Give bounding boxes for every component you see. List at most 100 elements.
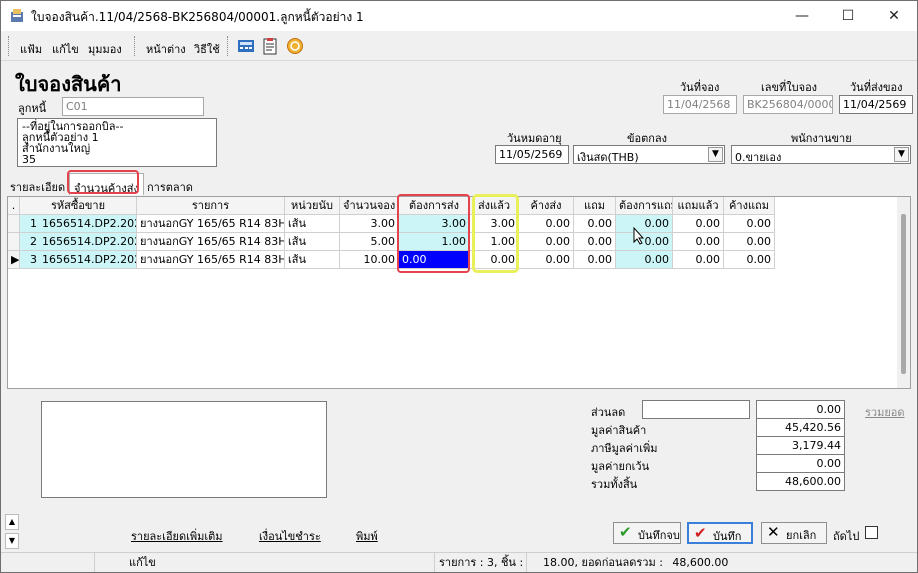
unit[interactable]: เส้น xyxy=(285,251,340,269)
save-label: บันทึก xyxy=(713,530,742,543)
checkmark-icon: ✔ xyxy=(694,524,707,542)
free-pending-qty[interactable]: 0.00 xyxy=(724,251,775,269)
menu-file[interactable]: แฟ้ม xyxy=(20,40,42,58)
clipboard-icon[interactable] xyxy=(261,37,279,55)
booking-window: ใบจองสินค้า.11/04/2568-BK256804/00001.ลู… xyxy=(0,0,918,573)
payment-terms-link[interactable]: เงื่อนไขชำระ xyxy=(259,527,321,545)
booking-date-field[interactable]: 11/04/2568 xyxy=(663,95,737,114)
scrollbar-thumb[interactable] xyxy=(901,214,906,374)
row-marker xyxy=(8,233,20,251)
row-marker: ▶ xyxy=(8,251,20,269)
item-code: 1656514.DP2.2022 xyxy=(42,253,136,266)
address-box[interactable]: --ที่อยู่ในการออกบิล-- ลูกหนี้ตัวอย่าง 1… xyxy=(17,118,217,167)
item-description[interactable]: ยางนอกGY 165/65 R14 83H AS xyxy=(137,215,285,233)
salesperson-select[interactable]: 0.ขายเอง ▼ xyxy=(731,145,911,164)
booked-qty[interactable]: 10.00 xyxy=(340,251,399,269)
tab-details[interactable]: รายละเอียด xyxy=(6,173,69,195)
next-checkbox[interactable] xyxy=(865,526,878,539)
address-line: 35 xyxy=(22,153,36,166)
pending-qty[interactable]: 0.00 xyxy=(519,233,574,251)
menu-window[interactable]: หน้าต่าง xyxy=(146,40,186,58)
terms-select[interactable]: เงินสด(THB) ▼ xyxy=(573,145,725,164)
delivery-date-field[interactable]: 11/04/2569 xyxy=(839,95,913,114)
cancel-label: ยกเลิก xyxy=(786,529,817,542)
save-button[interactable]: ✔ บันทึก xyxy=(687,522,753,544)
status-bar: แก้ไข รายการ : 3, ชิ้น : 18.00, ยอดก่อนล… xyxy=(1,552,917,572)
grid-header-free-pending[interactable]: ค้างแถม xyxy=(724,197,775,215)
chevron-down-icon[interactable]: ▼ xyxy=(708,147,723,162)
free-sent-qty[interactable]: 0.00 xyxy=(673,215,724,233)
print-link[interactable]: พิมพ์ xyxy=(356,527,378,545)
next-label: ถัดไป xyxy=(833,530,860,543)
free-sent-qty[interactable]: 0.00 xyxy=(673,233,724,251)
pending-qty[interactable]: 0.00 xyxy=(519,251,574,269)
free-pending-qty[interactable]: 0.00 xyxy=(724,215,775,233)
item-code-cell[interactable]: 1 1656514.DP2.2020 xyxy=(20,215,137,233)
free-qty[interactable]: 0.00 xyxy=(574,233,616,251)
menu-grip xyxy=(134,36,137,56)
status-mode: แก้ไข xyxy=(94,553,434,572)
row-number: 3 xyxy=(30,253,37,266)
close-button[interactable]: ✕ xyxy=(871,1,917,31)
minimize-button[interactable]: — xyxy=(779,1,825,31)
item-code-cell[interactable]: 3 1656514.DP2.2022 xyxy=(20,251,137,269)
grid-header-free[interactable]: แถม xyxy=(574,197,616,215)
debtor-code-field[interactable]: C01 xyxy=(62,97,204,116)
debtor-label: ลูกหนี้ xyxy=(18,102,47,115)
menu-help[interactable]: วิธีใช้ xyxy=(194,40,220,58)
menu-view[interactable]: มุมมอง xyxy=(88,40,122,58)
app-icon xyxy=(9,8,25,24)
row-number: 2 xyxy=(30,235,37,248)
unit[interactable]: เส้น xyxy=(285,215,340,233)
grid-header-code[interactable]: รหัสซื้อขาย xyxy=(20,197,137,215)
grid-header-item[interactable]: รายการ xyxy=(137,197,285,215)
grid-header-want-free[interactable]: ต้องการแถม xyxy=(616,197,673,215)
status-mode-text: แก้ไข xyxy=(129,556,156,569)
save-close-label: บันทึกจบ xyxy=(638,529,680,542)
scroll-up-icon[interactable]: ▲ xyxy=(5,514,19,530)
scroll-down-icon[interactable]: ▼ xyxy=(5,533,19,549)
free-qty[interactable]: 0.00 xyxy=(574,251,616,269)
grid-header-marker[interactable]: . xyxy=(8,197,20,215)
tab-marketing[interactable]: การตลาด xyxy=(143,173,197,195)
want-free-qty[interactable]: 0.00 xyxy=(616,251,673,269)
sum-total-link[interactable]: รวมยอด xyxy=(865,403,905,421)
delivery-date-label: วันที่ส่งของ xyxy=(850,81,903,94)
booked-qty[interactable]: 3.00 xyxy=(340,215,399,233)
grid-header-free-sent[interactable]: แถมแล้ว xyxy=(673,197,724,215)
free-pending-qty[interactable]: 0.00 xyxy=(724,233,775,251)
calculator-icon[interactable] xyxy=(237,37,255,55)
toolbar-grip xyxy=(227,36,230,56)
expiry-date-field[interactable]: 11/05/2569 xyxy=(495,145,569,164)
coin-icon[interactable] xyxy=(286,37,304,55)
status-summary: รายการ : 3, ชิ้น : xyxy=(434,553,526,572)
chevron-down-icon[interactable]: ▼ xyxy=(894,147,909,162)
close-icon: ✕ xyxy=(767,523,780,541)
pending-qty[interactable]: 0.00 xyxy=(519,215,574,233)
free-qty[interactable]: 0.00 xyxy=(574,215,616,233)
item-code-cell[interactable]: 2 1656514.DP2.2021 xyxy=(20,233,137,251)
tab-highlight xyxy=(67,170,139,194)
sent-column-highlight xyxy=(472,194,519,273)
grand-total-label: รวมทั้งสิ้น xyxy=(591,478,638,491)
booked-qty[interactable]: 5.00 xyxy=(340,233,399,251)
save-close-button[interactable]: ✔ บันทึกจบ xyxy=(613,522,681,544)
booking-no-field[interactable]: BK256804/00001 xyxy=(743,95,833,114)
grid-header-booked[interactable]: จำนวนจอง xyxy=(340,197,399,215)
free-sent-qty[interactable]: 0.00 xyxy=(673,251,724,269)
discount-percent-field[interactable] xyxy=(642,400,750,419)
item-description[interactable]: ยางนอกGY 165/65 R14 83H AS xyxy=(137,233,285,251)
remarks-box[interactable] xyxy=(41,401,327,498)
cancel-button[interactable]: ✕ ยกเลิก xyxy=(761,522,827,544)
menu-edit[interactable]: แก้ไข xyxy=(52,40,79,58)
discount-value-field[interactable]: 0.00 xyxy=(756,400,845,419)
menu-bar: แฟ้ม แก้ไข มุมมอง หน้าต่าง วิธีใช้ xyxy=(1,31,917,61)
grid-header-pending[interactable]: ค้างส่ง xyxy=(519,197,574,215)
vat-label: ภาษีมูลค่าเพิ่ม xyxy=(591,442,658,455)
item-description[interactable]: ยางนอกGY 165/65 R14 83H AS xyxy=(137,251,285,269)
maximize-button[interactable]: ☐ xyxy=(825,1,871,31)
booking-no-label: เลขที่ใบจอง xyxy=(761,81,818,94)
unit[interactable]: เส้น xyxy=(285,233,340,251)
more-details-link[interactable]: รายละเอียดเพิ่มเติม xyxy=(131,527,223,545)
grid-header-unit[interactable]: หน่วยนับ xyxy=(285,197,340,215)
